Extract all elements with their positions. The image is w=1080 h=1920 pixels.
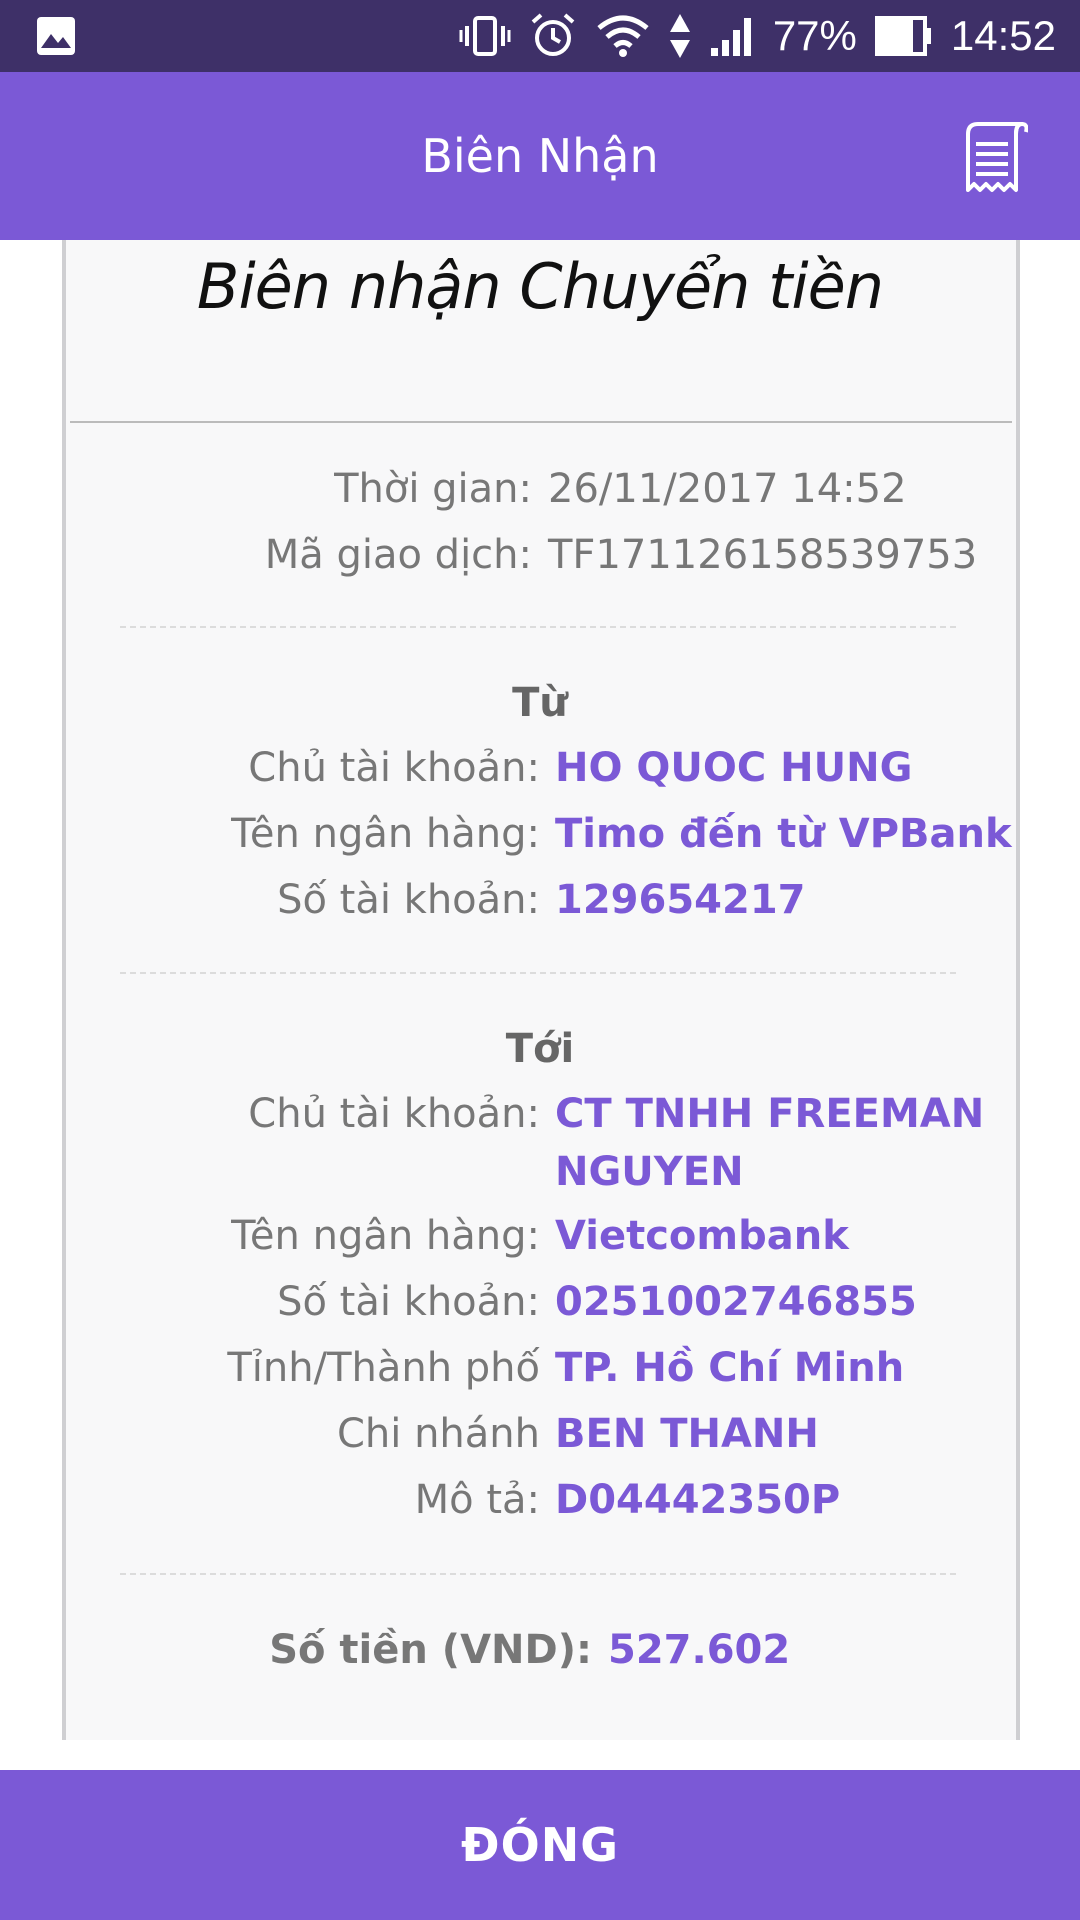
from-account-number-row: Số tài khoản: 129654217 bbox=[0, 870, 1080, 930]
to-bank-value: Vietcombank bbox=[555, 1213, 849, 1259]
to-account-holder-value-line1: CT TNHH FREEMAN bbox=[555, 1091, 985, 1137]
from-account-holder-value: HO QUOC HUNG bbox=[555, 745, 913, 791]
transaction-id-value: TF171126158539753 bbox=[548, 532, 978, 578]
to-account-number-label: Số tài khoản: bbox=[277, 1279, 540, 1325]
from-bank-value: Timo đến từ VPBank bbox=[555, 811, 1012, 857]
amount-row: Số tiền (VND): 527.602 bbox=[0, 1620, 1080, 1680]
from-heading: Từ bbox=[512, 680, 568, 726]
to-description-value: D04442350P bbox=[555, 1477, 841, 1523]
amount-label: Số tiền (VND): bbox=[269, 1627, 592, 1673]
from-account-number-value: 129654217 bbox=[555, 877, 806, 923]
from-account-holder-row: Chủ tài khoản: HO QUOC HUNG bbox=[0, 738, 1080, 798]
from-bank-row: Tên ngân hàng: Timo đến từ VPBank bbox=[0, 804, 1080, 864]
to-account-holder-row: Chủ tài khoản: CT TNHH FREEMAN bbox=[0, 1084, 1080, 1144]
data-arrows-icon bbox=[669, 12, 691, 60]
wifi-icon bbox=[595, 14, 651, 58]
receipt-title: Biên nhận Chuyển tiền bbox=[196, 250, 884, 323]
to-account-number-row: Số tài khoản: 0251002746855 bbox=[0, 1272, 1080, 1332]
from-bank-label: Tên ngân hàng: bbox=[231, 811, 540, 857]
clock: 14:52 bbox=[950, 12, 1056, 59]
divider bbox=[120, 972, 956, 974]
app-root: 77% 14:52 Biên Nhận Biên nhận Chuyển tiề… bbox=[0, 0, 1080, 1920]
divider bbox=[120, 626, 956, 628]
close-button[interactable]: ĐÓNG bbox=[0, 1770, 1080, 1920]
from-account-number-label: Số tài khoản: bbox=[277, 877, 540, 923]
to-province-label: Tỉnh/Thành phố bbox=[227, 1345, 540, 1391]
transaction-id-label: Mã giao dịch: bbox=[264, 532, 532, 578]
signal-icon bbox=[709, 14, 755, 58]
to-description-label: Mô tả: bbox=[414, 1477, 540, 1523]
time-row: Thời gian: 26/11/2017 14:52 bbox=[0, 459, 1080, 519]
alarm-icon bbox=[529, 12, 577, 60]
page-title: Biên Nhận bbox=[421, 129, 659, 183]
title-divider bbox=[70, 421, 1012, 423]
to-bank-row: Tên ngân hàng: Vietcombank bbox=[0, 1206, 1080, 1266]
status-bar: 77% 14:52 bbox=[0, 0, 1080, 72]
from-account-holder-label: Chủ tài khoản: bbox=[248, 745, 540, 791]
time-value: 26/11/2017 14:52 bbox=[548, 466, 907, 512]
to-account-holder-row-cont: NGUYEN bbox=[0, 1142, 1080, 1202]
amount-value: 527.602 bbox=[608, 1627, 791, 1673]
battery-percent: 77% bbox=[772, 12, 857, 59]
to-description-row: Mô tả: D04442350P bbox=[0, 1470, 1080, 1530]
to-bank-label: Tên ngân hàng: bbox=[231, 1213, 540, 1259]
image-icon bbox=[36, 16, 76, 60]
to-heading: Tới bbox=[505, 1026, 575, 1072]
vibrate-icon bbox=[459, 14, 511, 58]
to-province-row: Tỉnh/Thành phố TP. Hồ Chí Minh bbox=[0, 1338, 1080, 1398]
time-label: Thời gian: bbox=[334, 466, 532, 512]
divider bbox=[120, 1573, 956, 1575]
to-branch-label: Chi nhánh bbox=[336, 1411, 540, 1457]
transaction-id-row: Mã giao dịch: TF171126158539753 bbox=[0, 525, 1080, 585]
to-branch-value: BEN THANH bbox=[555, 1411, 819, 1457]
app-bar: Biên Nhận bbox=[0, 72, 1080, 240]
to-branch-row: Chi nhánh BEN THANH bbox=[0, 1404, 1080, 1464]
to-account-holder-label: Chủ tài khoản: bbox=[248, 1091, 540, 1137]
to-province-value: TP. Hồ Chí Minh bbox=[555, 1345, 905, 1391]
to-account-holder-value-line2: NGUYEN bbox=[555, 1149, 744, 1195]
to-account-number-value: 0251002746855 bbox=[555, 1279, 917, 1325]
receipt-icon[interactable] bbox=[960, 120, 1029, 198]
battery-icon bbox=[874, 16, 933, 56]
